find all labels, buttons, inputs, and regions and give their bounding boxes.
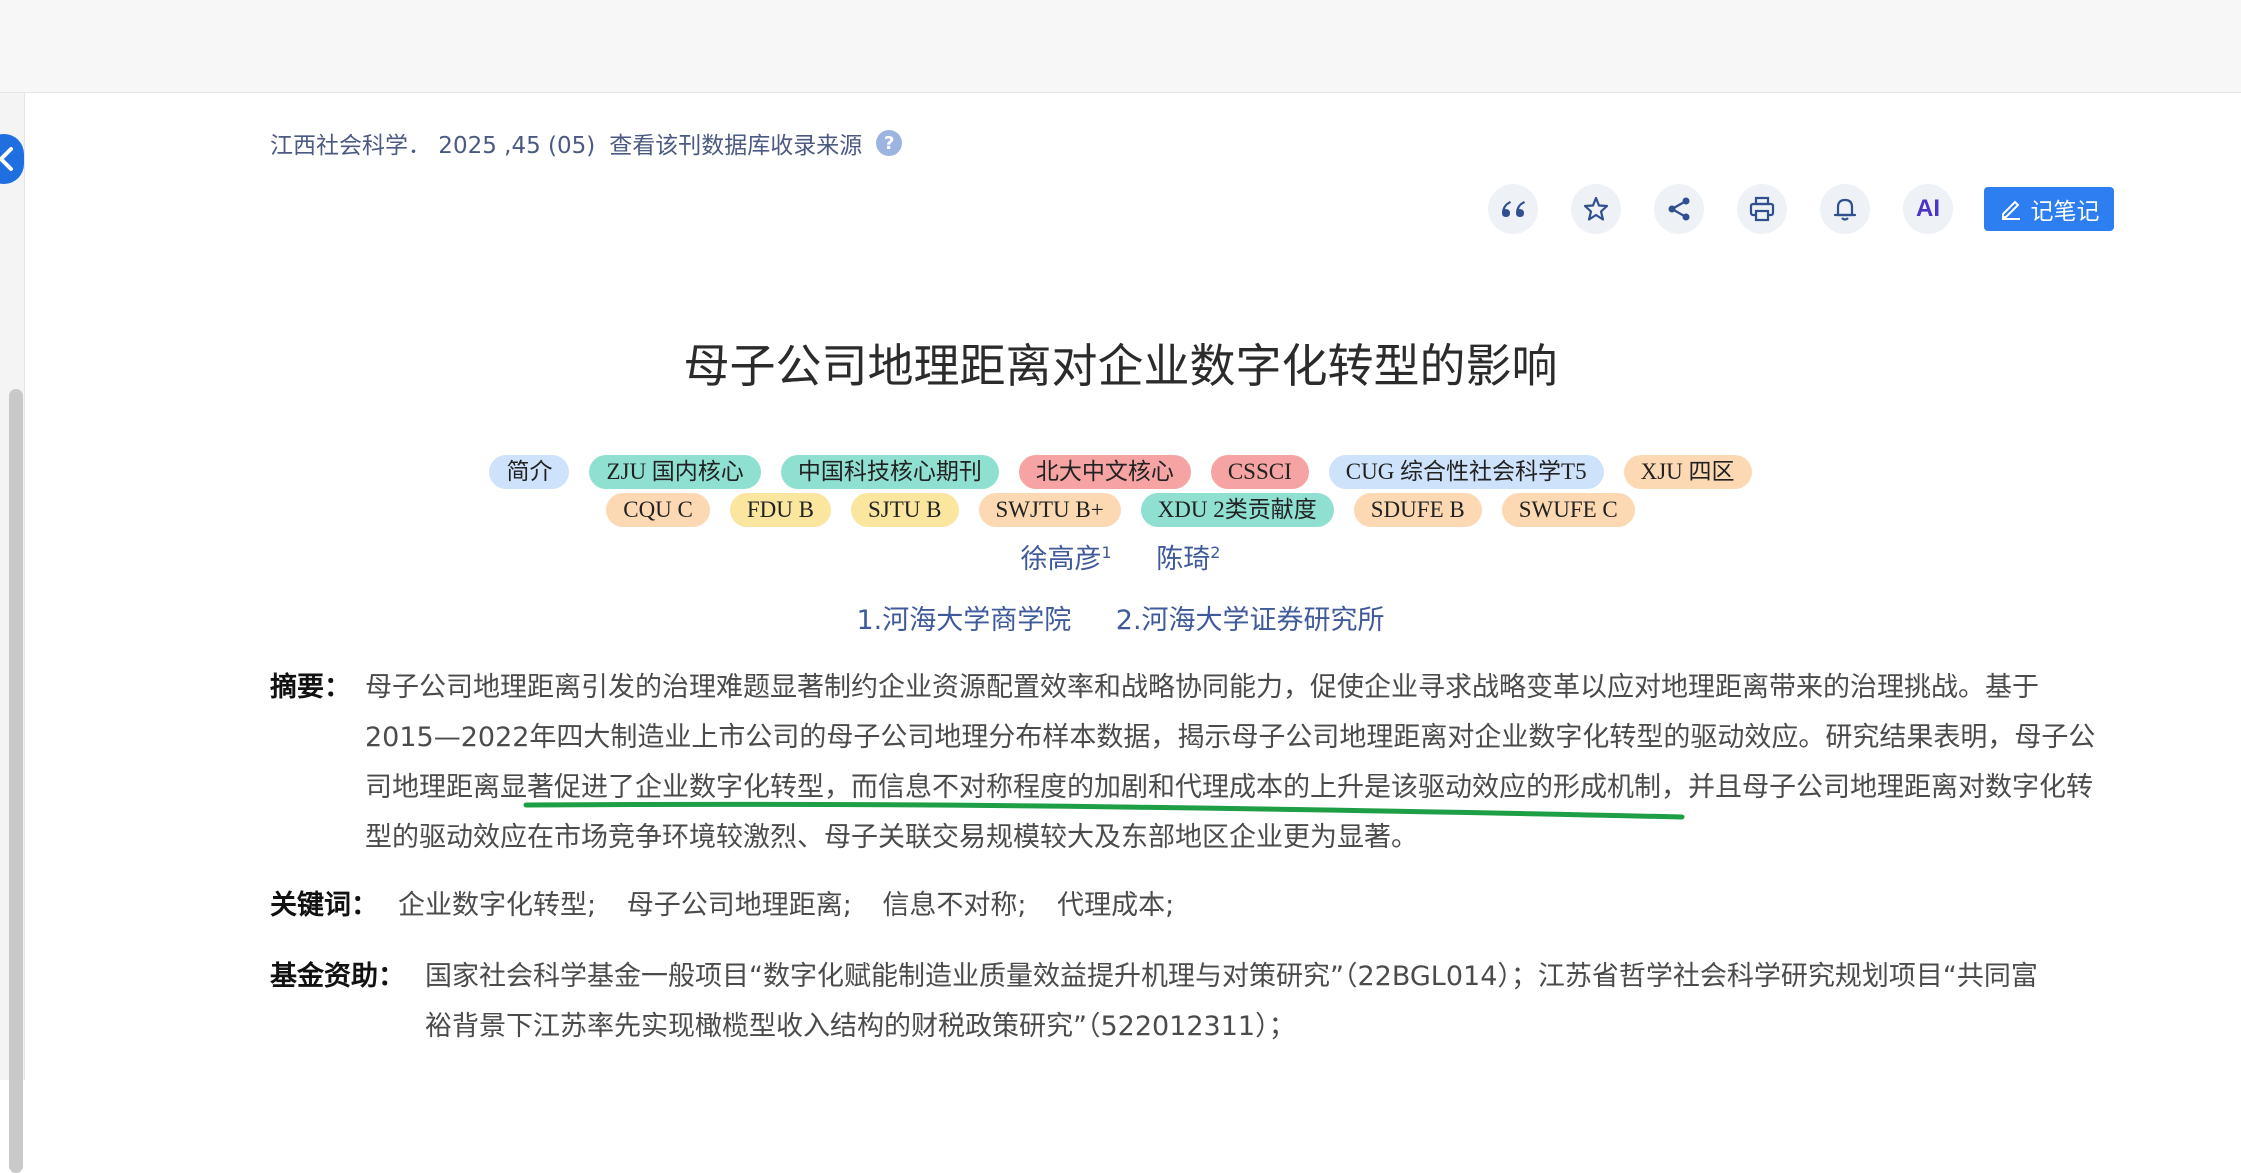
help-icon[interactable]: ? [876, 130, 903, 156]
share-icon [1668, 197, 1690, 221]
abstract-line: 2015—2022年四大制造业上市公司的母子公司地理分布样本数据，揭示母子公司地… [365, 722, 2096, 753]
print-button[interactable] [1737, 184, 1787, 234]
affiliations: 1.河海大学商学院 2.河海大学证券研究所 [0, 598, 2241, 637]
article-title: 母子公司地理距离对企业数字化转型的影响 [683, 339, 1558, 393]
quote-icon [1502, 201, 1525, 217]
pencil-icon [2001, 200, 2020, 220]
journal-tag[interactable]: 简介 [489, 455, 570, 489]
affiliation-link[interactable]: 1.河海大学商学院 [856, 605, 1071, 636]
journal-tag[interactable]: SDUFE B [1353, 493, 1482, 527]
authors: 徐高彦1 陈琦2 [0, 537, 2241, 576]
journal-tag[interactable]: CQU C [606, 493, 710, 527]
abstract-line: 母子公司地理距离引发的治理难题显著制约企业资源配置效率和战略协同能力，促使企业寻… [365, 672, 2039, 703]
database-source-link[interactable]: 查看该刊数据库收录来源 [609, 126, 862, 160]
funding-section: 基金资助： 国家社会科学基金一般项目“数字化赋能制造业质量效益提升机理与对策研究… [270, 952, 2120, 1052]
share-button[interactable] [1654, 184, 1704, 234]
funding-line[interactable]: 国家社会科学基金一般项目“数字化赋能制造业质量效益提升机理与对策研究”（22BG… [425, 952, 2120, 1002]
author-link[interactable]: 徐高彦1 [1021, 543, 1112, 575]
keyword-link[interactable]: 母子公司地理距离; [627, 890, 852, 921]
journal-info: 江西社会科学． 2025 ,45 (05) [270, 133, 596, 159]
keyword-link[interactable]: 企业数字化转型; [398, 890, 596, 921]
funding-text: 国家社会科学基金一般项目“数字化赋能制造业质量效益提升机理与对策研究”（22BG… [425, 952, 2120, 1052]
keyword-link[interactable]: 代理成本; [1057, 890, 1174, 921]
cite-button[interactable] [1488, 184, 1538, 234]
journal-tag[interactable]: CUG 综合性社会科学T5 [1328, 455, 1604, 489]
keywords-label: 关键词： [270, 890, 378, 921]
journal-tag[interactable]: 中国科技核心期刊 [780, 455, 999, 489]
keywords-list: 企业数字化转型; 母子公司地理距离; 信息不对称; 代理成本; [398, 881, 2120, 931]
bell-icon [1833, 198, 1857, 221]
notify-button[interactable] [1820, 184, 1870, 234]
funding-line[interactable]: 裕背景下江苏率先实现橄榄型收入结构的财税政策研究”（522012311）； [425, 1002, 2120, 1052]
journal-tag[interactable]: SWJTU B+ [978, 493, 1121, 527]
author-link[interactable]: 陈琦2 [1156, 543, 1220, 575]
keywords-section: 关键词： 企业数字化转型; 母子公司地理距离; 信息不对称; 代理成本; [270, 881, 2120, 931]
journal-tag[interactable]: CSSCI [1210, 455, 1309, 489]
keyword-link[interactable]: 信息不对称; [882, 890, 1026, 921]
journal-tag[interactable]: XJU 四区 [1623, 455, 1752, 489]
abstract-text: 母子公司地理距离引发的治理难题显著制约企业资源配置效率和战略协同能力，促使企业寻… [365, 663, 2120, 863]
ai-icon: AI [1916, 195, 1940, 222]
browser-top-bar [0, 0, 2241, 93]
journal-tag[interactable]: 北大中文核心 [1018, 455, 1191, 489]
favorite-button[interactable] [1571, 184, 1621, 234]
journal-tag[interactable]: SWUFE C [1501, 493, 1635, 527]
star-icon [1583, 196, 1609, 221]
journal-tag[interactable]: XDU 2类贡献度 [1140, 493, 1334, 527]
affiliation-link[interactable]: 2.河海大学证券研究所 [1116, 605, 1385, 636]
tag-row-2: CQU C FDU B SJTU B SWJTU B+ XDU 2类贡献度 SDUFE B… [0, 493, 2241, 527]
take-note-button[interactable]: 记笔记 [1984, 187, 2114, 231]
green-highlight-stroke [523, 801, 1685, 820]
journal-tag[interactable]: ZJU 国内核心 [589, 455, 761, 489]
printer-icon [1749, 196, 1775, 222]
take-note-label: 记笔记 [2030, 199, 2100, 225]
left-scroll-rail [0, 93, 25, 1173]
tag-row-1: 简介 ZJU 国内核心 中国科技核心期刊 北大中文核心 CSSCI CUG 综合性社会科学… [0, 455, 2241, 489]
journal-tag[interactable]: SJTU B [851, 493, 959, 527]
abstract-section: 摘要： 母子公司地理距离引发的治理难题显著制约企业资源配置效率和战略协同能力，促… [270, 663, 2120, 863]
source-line: 江西社会科学． 2025 ,45 (05) 查看该刊数据库收录来源 ? [270, 126, 903, 160]
chevron-left-icon [0, 147, 13, 171]
abstract-label: 摘要： [270, 672, 351, 703]
article-toolbar: AI 记笔记 [1488, 184, 2114, 234]
journal-tag[interactable]: FDU B [729, 493, 831, 527]
ai-button[interactable]: AI [1903, 184, 1953, 234]
funding-label: 基金资助： [270, 961, 405, 992]
